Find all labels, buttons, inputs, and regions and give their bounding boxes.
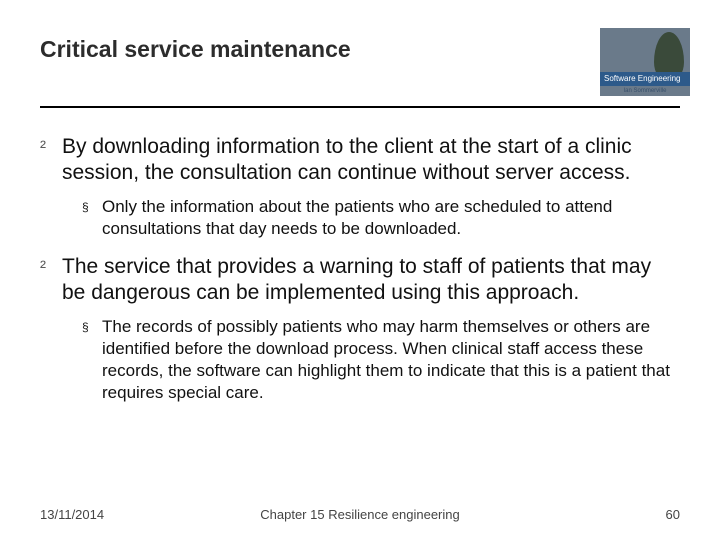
slide-title: Critical service maintenance bbox=[40, 28, 351, 63]
bullet-level1: ² By downloading information to the clie… bbox=[40, 134, 680, 186]
bullet-level2: § Only the information about the patient… bbox=[82, 196, 680, 240]
slide: Critical service maintenance Software En… bbox=[0, 0, 720, 540]
title-row: Critical service maintenance Software En… bbox=[40, 28, 680, 96]
diamond-bullet-icon: ² bbox=[40, 134, 62, 186]
footer: 13/11/2014 Chapter 15 Resilience enginee… bbox=[40, 507, 680, 522]
bullet-level2: § The records of possibly patients who m… bbox=[82, 316, 680, 404]
subbullet-text: Only the information about the patients … bbox=[102, 196, 680, 240]
logo-band: Software Engineering bbox=[600, 72, 690, 86]
square-bullet-icon: § bbox=[82, 316, 102, 404]
content-area: ² By downloading information to the clie… bbox=[40, 108, 680, 404]
subbullet-text: The records of possibly patients who may… bbox=[102, 316, 680, 404]
logo-author: Ian Sommerville bbox=[600, 86, 690, 96]
footer-chapter: Chapter 15 Resilience engineering bbox=[40, 507, 680, 522]
diamond-bullet-icon: ² bbox=[40, 254, 62, 306]
bullet-level1: ² The service that provides a warning to… bbox=[40, 254, 680, 306]
bullet-text: By downloading information to the client… bbox=[62, 134, 680, 186]
book-logo: Software Engineering Ian Sommerville bbox=[600, 28, 690, 96]
bullet-text: The service that provides a warning to s… bbox=[62, 254, 680, 306]
square-bullet-icon: § bbox=[82, 196, 102, 240]
